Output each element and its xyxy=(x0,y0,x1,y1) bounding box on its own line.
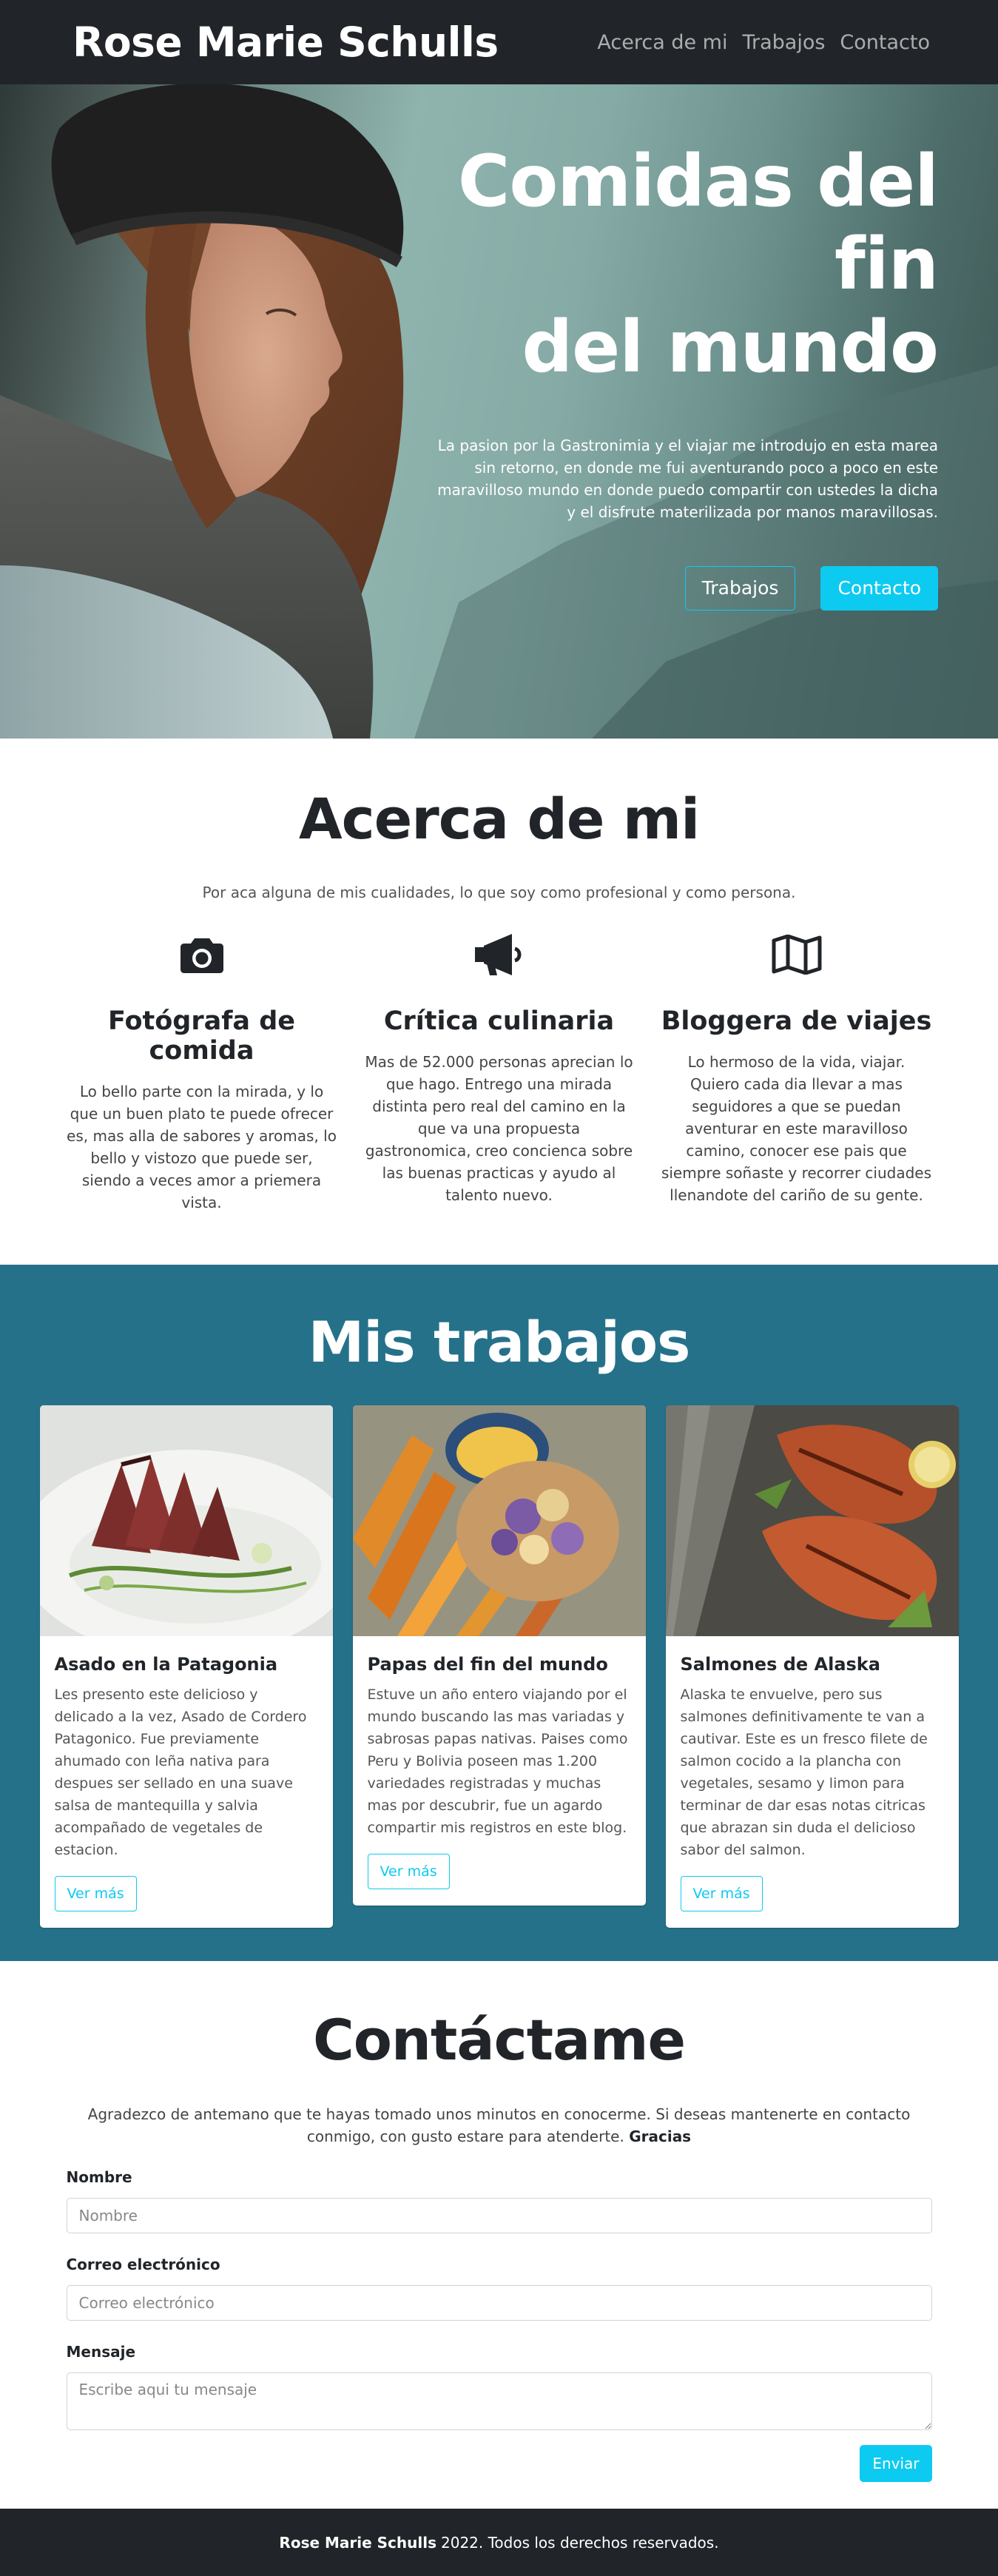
hero-title-line-1: Comidas del xyxy=(457,140,939,223)
contact-form: Nombre Correo electrónico Mensaje Enviar xyxy=(66,2168,932,2482)
hero-title-line-3: del mundo xyxy=(522,306,939,389)
email-label: Correo electrónico xyxy=(66,2256,220,2273)
nav-links: Acerca de mi Trabajos Contacto xyxy=(597,31,930,54)
hero-content: Comidas del fin del mundo La pasion por … xyxy=(435,140,939,611)
submit-button[interactable]: Enviar xyxy=(860,2445,932,2482)
nav-link-contact[interactable]: Contacto xyxy=(840,31,930,54)
card-title: Papas del fin del mundo xyxy=(367,1654,608,1675)
card-view-more-button[interactable]: Ver más xyxy=(54,1876,137,1911)
contact-section: Contáctame Agradezco de antemano que te … xyxy=(0,1961,998,2509)
card-view-more-button[interactable]: Ver más xyxy=(367,1854,450,1889)
feature-title: Bloggera de viajes xyxy=(661,1006,932,1036)
megaphone-icon xyxy=(364,931,635,978)
feature-blogger: Bloggera de viajes Lo hermoso de la vida… xyxy=(661,931,932,1214)
hero-title: Comidas del fin del mundo xyxy=(435,140,939,389)
contact-lead-thanks: Gracias xyxy=(629,2128,692,2145)
work-card-papas: Papas del fin del mundo Estuve un año en… xyxy=(352,1405,646,1906)
card-text: Estuve un año entero viajando por el mun… xyxy=(367,1686,628,1836)
message-textarea[interactable] xyxy=(66,2372,932,2430)
map-icon xyxy=(661,931,932,978)
feature-text: Mas de 52.000 personas aprecian lo que h… xyxy=(365,1053,633,1204)
card-body: Papas del fin del mundo Estuve un año en… xyxy=(353,1639,646,1906)
feature-text: Lo hermoso de la vida, viajar. Quiero ca… xyxy=(661,1053,932,1204)
hero-subtitle: La pasion por la Gastronimia y el viajar… xyxy=(437,437,938,521)
name-label: Nombre xyxy=(66,2168,132,2186)
work-card-asado: Asado en la Patagonia Les presento este … xyxy=(39,1405,333,1928)
card-text: Les presento este delicioso y delicado a… xyxy=(54,1686,307,1858)
form-actions: Enviar xyxy=(67,2445,932,2482)
feature-photographer: Fotógrafa de comida Lo bello parte con l… xyxy=(67,931,337,1214)
hero-buttons: Trabajos Contacto xyxy=(435,566,938,611)
card-body: Asado en la Patagonia Les presento este … xyxy=(40,1639,333,1928)
brand-name[interactable]: Rose Marie Schulls xyxy=(73,19,499,66)
card-title: Asado en la Patagonia xyxy=(54,1654,278,1675)
works-cards: Asado en la Patagonia Les presento este … xyxy=(39,1405,959,1928)
nav-link-about[interactable]: Acerca de mi xyxy=(597,31,727,54)
about-section: Acerca de mi Por aca alguna de mis cuali… xyxy=(0,739,998,1265)
camera-icon xyxy=(67,931,337,978)
card-text: Alaska te envuelve, pero sus salmones de… xyxy=(680,1686,928,1858)
feature-text: Lo bello parte con la mirada, y lo que u… xyxy=(67,1083,337,1211)
hero-works-button[interactable]: Trabajos xyxy=(684,566,796,611)
navbar: Rose Marie Schulls Acerca de mi Trabajos… xyxy=(0,0,998,84)
hero-title-line-2: fin xyxy=(834,223,939,306)
footer-text: 2022. Todos los derechos reservados. xyxy=(441,2533,719,2552)
contact-title: Contáctame xyxy=(312,2007,686,2073)
card-body: Salmones de Alaska Alaska te envuelve, p… xyxy=(666,1639,959,1928)
name-input[interactable] xyxy=(66,2198,932,2233)
feature-critic: Crítica culinaria Mas de 52.000 personas… xyxy=(364,931,635,1214)
contact-lead-text: Agradezco de antemano que te hayas tomad… xyxy=(87,2105,911,2145)
feature-title: Fotógrafa de comida xyxy=(107,1006,296,1066)
feature-title: Crítica culinaria xyxy=(383,1006,615,1036)
message-label: Mensaje xyxy=(66,2343,136,2361)
footer-name: Rose Marie Schulls xyxy=(279,2533,436,2552)
nav-link-works[interactable]: Trabajos xyxy=(742,31,825,54)
card-title: Salmones de Alaska xyxy=(680,1654,880,1675)
works-section: Mis trabajos Asado en la Patagonia Les p… xyxy=(0,1265,998,1961)
about-title: Acerca de mi xyxy=(298,786,700,852)
card-image-lamb-dish xyxy=(39,1405,333,1657)
contact-lead: Agradezco de antemano que te hayas tomad… xyxy=(67,2103,932,2148)
card-view-more-button[interactable]: Ver más xyxy=(680,1876,763,1911)
work-card-salmon: Salmones de Alaska Alaska te envuelve, p… xyxy=(665,1405,959,1928)
card-image-salmon-dish xyxy=(665,1405,959,1636)
features: Fotógrafa de comida Lo bello parte con l… xyxy=(67,931,932,1214)
email-input[interactable] xyxy=(66,2285,932,2321)
hero-section: Comidas del fin del mundo La pasion por … xyxy=(0,84,998,739)
card-image-potatoes-dish xyxy=(352,1405,646,1636)
works-title: Mis trabajos xyxy=(308,1309,691,1375)
footer: Rose Marie Schulls 2022. Todos los derec… xyxy=(0,2509,998,2576)
about-lead: Por aca alguna de mis cualidades, lo que… xyxy=(202,884,796,901)
hero-contact-button[interactable]: Contacto xyxy=(820,566,938,611)
